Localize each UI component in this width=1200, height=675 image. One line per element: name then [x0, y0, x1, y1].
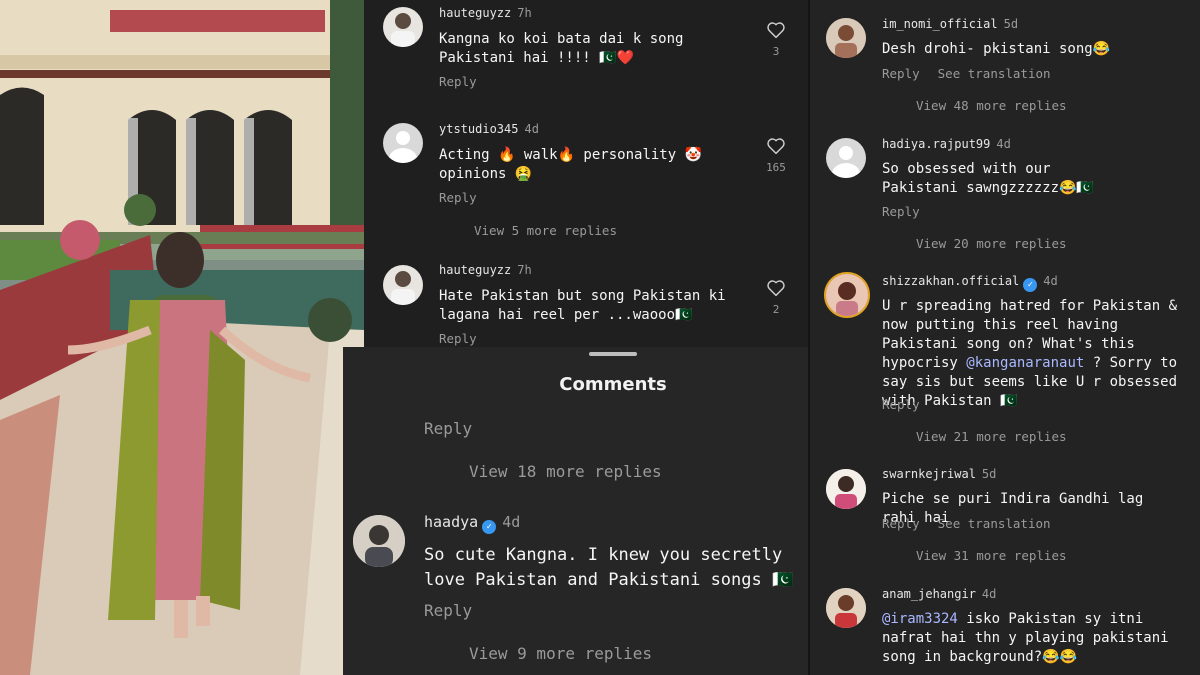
heart-outline-icon [767, 138, 785, 155]
default-avatar-icon[interactable] [383, 123, 423, 163]
reply-button[interactable]: Reply [882, 204, 920, 219]
like-count: 3 [772, 45, 780, 58]
view-more-replies[interactable]: View 20 more replies [916, 236, 1067, 251]
comment-username[interactable]: shizzakhan.official ✓ 4d [882, 274, 1058, 292]
comments-panel-right[interactable]: im_nomi_official 5d Desh drohi- pkistani … [810, 0, 1200, 675]
like-count: 2 [772, 303, 780, 316]
reply-button[interactable]: Reply [424, 601, 472, 620]
view-more-replies[interactable]: View 21 more replies [916, 429, 1067, 444]
avatar[interactable] [383, 7, 423, 47]
heart-outline-icon [767, 280, 785, 297]
comment-username[interactable]: anam_jehangir 4d [882, 587, 996, 601]
view-more-replies[interactable]: View 5 more replies [474, 223, 617, 238]
see-translation-button[interactable]: See translation [938, 516, 1051, 531]
comment-username[interactable]: im_nomi_official 5d [882, 17, 1018, 31]
heart-outline-icon [767, 22, 785, 39]
mention-link[interactable]: @iram3324 [882, 611, 958, 627]
like-button[interactable]: 165 [765, 137, 787, 174]
comment-username[interactable]: swarnkejriwal 5d [882, 467, 996, 481]
mention-link[interactable]: @kanganaranaut [966, 355, 1084, 371]
comment-text: Hate Pakistan but song Pakistan ki lagan… [439, 288, 726, 323]
reply-button[interactable]: Reply See translation [882, 516, 1051, 531]
avatar[interactable] [824, 272, 870, 318]
comment-text: So obsessed with our Pakistani sawngzzzz… [882, 161, 1094, 196]
comment-text: So cute Kangna. I knew you secretly love… [424, 545, 794, 590]
avatar[interactable] [826, 18, 866, 58]
comment-text: @iram3324 isko Pakistan sy itni nafrat h… [882, 611, 1169, 665]
like-count: 165 [766, 161, 786, 174]
comment-text: Desh drohi- pkistani song😂 [882, 41, 1111, 57]
avatar[interactable] [383, 265, 423, 305]
comment-username[interactable]: ytstudio345 4d [439, 122, 539, 136]
like-button[interactable]: 2 [765, 279, 787, 316]
reel-photo [0, 0, 364, 675]
view-more-replies[interactable]: View 31 more replies [916, 548, 1067, 563]
verified-badge-icon: ✓ [482, 520, 497, 534]
reply-button[interactable]: Reply [882, 397, 920, 412]
comment-username[interactable]: hadiya.rajput99 4d [882, 137, 1011, 151]
comment-username[interactable]: hauteguyzz 7h [439, 6, 532, 20]
sheet-title: Comments [559, 374, 667, 395]
avatar[interactable] [353, 515, 405, 567]
like-button[interactable]: 3 [765, 21, 787, 58]
view-more-replies[interactable]: View 9 more replies [469, 644, 652, 663]
reply-button[interactable]: Reply [439, 331, 477, 346]
avatar[interactable] [826, 469, 866, 509]
verified-badge-icon: ✓ [1023, 278, 1038, 292]
avatar[interactable] [826, 588, 866, 628]
reply-button[interactable]: Reply [439, 190, 477, 205]
view-more-replies[interactable]: View 18 more replies [469, 462, 662, 481]
view-more-replies[interactable]: View 48 more replies [916, 98, 1067, 113]
comment-text: Kangna ko koi bata dai k song Pakistani … [439, 31, 684, 66]
comment-text: Acting 🔥 walk🔥 personality 🤡 opinions 🤮 [439, 147, 703, 182]
comments-panel-top[interactable]: hauteguyzz 7h Kangna ko koi bata dai k so… [364, 0, 808, 347]
comment-username[interactable]: haadya ✓ 4d [424, 513, 520, 534]
sheet-drag-handle[interactable] [589, 352, 637, 356]
reply-button[interactable]: Reply [439, 74, 477, 89]
comments-sheet[interactable]: Comments Reply View 18 more replies haad… [343, 347, 808, 675]
reply-button[interactable]: Reply [424, 419, 472, 438]
see-translation-button[interactable]: See translation [938, 66, 1051, 81]
default-avatar-icon[interactable] [826, 138, 866, 178]
reply-button[interactable]: Reply See translation [882, 66, 1051, 81]
comment-username[interactable]: hauteguyzz 7h [439, 263, 532, 277]
comment-text: U r spreading hatred for Pakistan & now … [882, 298, 1178, 409]
